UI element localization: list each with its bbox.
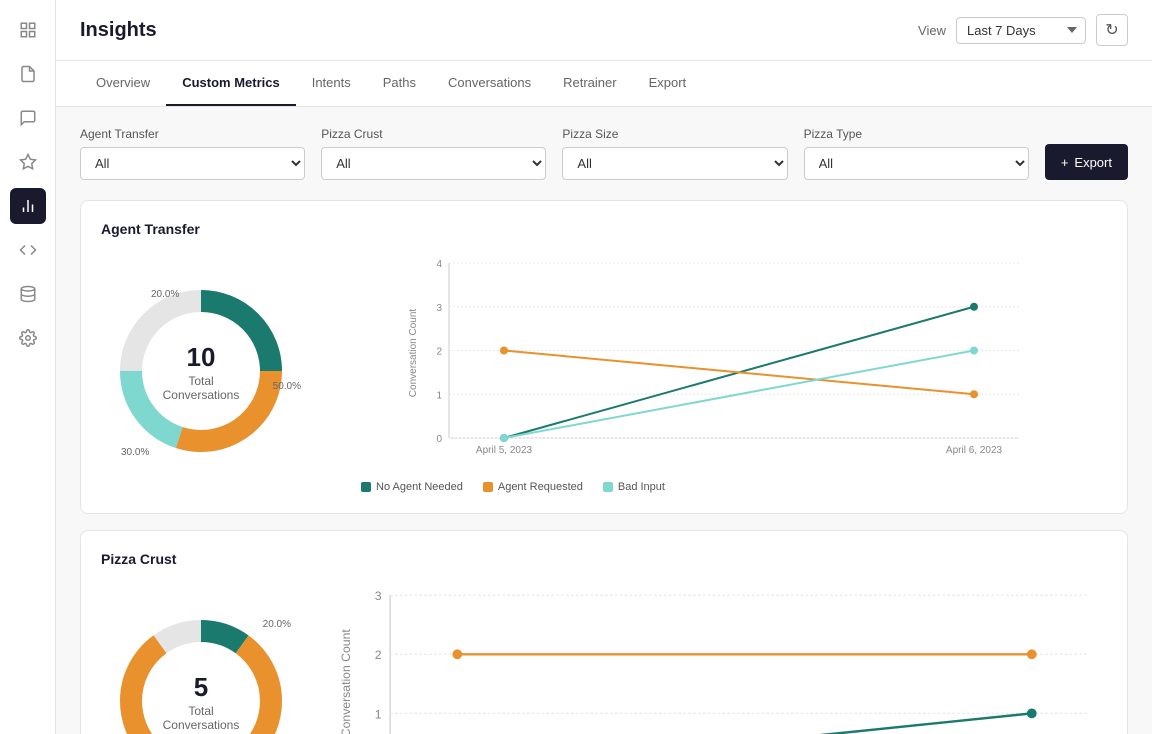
donut-total: 10	[163, 344, 240, 370]
agent-transfer-select[interactable]: All	[80, 147, 305, 180]
pizza-crust-chart: 0 1 2 3 April 5, 2023 April 6, 2023 Conv…	[321, 583, 1107, 734]
pizza-type-select[interactable]: All	[804, 147, 1029, 180]
home-icon[interactable]	[10, 12, 46, 48]
chat-icon[interactable]	[10, 100, 46, 136]
svg-text:April 5, 2023: April 5, 2023	[476, 445, 533, 456]
pizza-crust-card-body: 20.0% 5 TotalConversations	[101, 583, 1107, 734]
line-chart-svg: 0 1 2 3 4 April 5, 2023 April 6, 2023	[321, 253, 1107, 473]
settings-icon[interactable]	[10, 320, 46, 356]
content-area: Agent Transfer All Pizza Crust All Pizza…	[56, 107, 1152, 734]
legend-no-agent-label: No Agent Needed	[376, 481, 463, 493]
pizza-type-label: Pizza Type	[804, 127, 1029, 141]
nav-tabs: Overview Custom Metrics Intents Paths Co…	[56, 61, 1152, 107]
svg-text:April 6, 2023: April 6, 2023	[946, 445, 1003, 456]
export-button[interactable]: + Export	[1045, 144, 1128, 180]
legend-agent-requested: Agent Requested	[483, 481, 583, 493]
page-header: Insights View Last 7 Days Last 30 Days L…	[56, 0, 1152, 61]
pizza-crust-center-label: 5 TotalConversations	[163, 674, 240, 732]
agent-transfer-filter: Agent Transfer All	[80, 127, 305, 180]
export-icon: +	[1061, 155, 1069, 170]
svg-text:4: 4	[436, 259, 442, 270]
agent-requested-percent: 30.0%	[121, 447, 149, 458]
main-content: Insights View Last 7 Days Last 30 Days L…	[56, 0, 1152, 734]
bad-input-percent: 20.0%	[151, 289, 179, 300]
sidebar	[0, 0, 56, 734]
svg-text:0: 0	[436, 434, 442, 445]
pizza-crust-line-chart: 0 1 2 3 April 5, 2023 April 6, 2023 Conv…	[321, 583, 1107, 734]
legend-no-agent-dot	[361, 482, 371, 492]
magic-icon[interactable]	[10, 144, 46, 180]
tab-custom-metrics[interactable]: Custom Metrics	[166, 61, 296, 106]
svg-text:3: 3	[436, 303, 442, 314]
pizza-crust-filter: Pizza Crust All	[321, 127, 546, 180]
page-title: Insights	[80, 19, 157, 42]
pizza-thin-percent: 20.0%	[263, 619, 291, 630]
agent-transfer-card-title: Agent Transfer	[101, 221, 1107, 237]
legend-bad-input-dot	[603, 482, 613, 492]
tab-paths[interactable]: Paths	[367, 61, 432, 106]
code-icon[interactable]	[10, 232, 46, 268]
pizza-size-label: Pizza Size	[562, 127, 787, 141]
tab-conversations[interactable]: Conversations	[432, 61, 547, 106]
agent-transfer-card-body: 20.0% 50.0% 30.0%	[101, 253, 1107, 493]
agent-transfer-donut: 20.0% 50.0% 30.0%	[101, 271, 301, 476]
export-label: Export	[1074, 155, 1112, 170]
svg-text:2: 2	[436, 347, 442, 358]
pizza-crust-donut: 20.0% 5 TotalConversations	[101, 601, 301, 734]
view-select[interactable]: Last 7 Days Last 30 Days Last 90 Days	[956, 17, 1086, 44]
header-controls: View Last 7 Days Last 30 Days Last 90 Da…	[918, 14, 1128, 46]
refresh-button[interactable]: ↻	[1096, 14, 1128, 46]
tab-retrainer[interactable]: Retrainer	[547, 61, 632, 106]
agent-transfer-label: Agent Transfer	[80, 127, 305, 141]
legend-agent-requested-label: Agent Requested	[498, 481, 583, 493]
filters-row: Agent Transfer All Pizza Crust All Pizza…	[80, 127, 1128, 180]
document-icon[interactable]	[10, 56, 46, 92]
svg-text:Conversation Count: Conversation Count	[339, 629, 353, 734]
agent-transfer-legend: No Agent Needed Agent Requested Bad Inpu…	[321, 481, 1107, 493]
no-agent-percent: 50.0%	[273, 381, 301, 392]
donut-subtitle: TotalConversations	[163, 374, 240, 402]
legend-no-agent: No Agent Needed	[361, 481, 463, 493]
chart-icon[interactable]	[10, 188, 46, 224]
legend-bad-input: Bad Input	[603, 481, 665, 493]
pizza-type-filter: Pizza Type All	[804, 127, 1029, 180]
pizza-crust-select[interactable]: All	[321, 147, 546, 180]
svg-text:1: 1	[436, 390, 442, 401]
database-icon[interactable]	[10, 276, 46, 312]
legend-agent-requested-dot	[483, 482, 493, 492]
donut-center-label: 10 TotalConversations	[163, 344, 240, 402]
tab-intents[interactable]: Intents	[296, 61, 367, 106]
pizza-crust-total: 5	[163, 674, 240, 700]
svg-text:Conversation Count: Conversation Count	[408, 309, 419, 398]
agent-transfer-card: Agent Transfer 20.0% 50.0% 30.0%	[80, 200, 1128, 514]
pizza-size-select[interactable]: All	[562, 147, 787, 180]
pizza-size-filter: Pizza Size All	[562, 127, 787, 180]
legend-bad-input-label: Bad Input	[618, 481, 665, 493]
tab-overview[interactable]: Overview	[80, 61, 166, 106]
svg-text:3: 3	[375, 589, 382, 603]
agent-transfer-chart: 0 1 2 3 4 April 5, 2023 April 6, 2023	[321, 253, 1107, 493]
pizza-crust-card-title: Pizza Crust	[101, 551, 1107, 567]
pizza-crust-card: Pizza Crust 20.0% 5 TotalConversations	[80, 530, 1128, 734]
svg-text:2: 2	[375, 648, 382, 662]
pizza-crust-subtitle: TotalConversations	[163, 704, 240, 732]
tab-export[interactable]: Export	[633, 61, 703, 106]
svg-text:1: 1	[375, 707, 382, 721]
view-label: View	[918, 23, 946, 38]
pizza-crust-label: Pizza Crust	[321, 127, 546, 141]
